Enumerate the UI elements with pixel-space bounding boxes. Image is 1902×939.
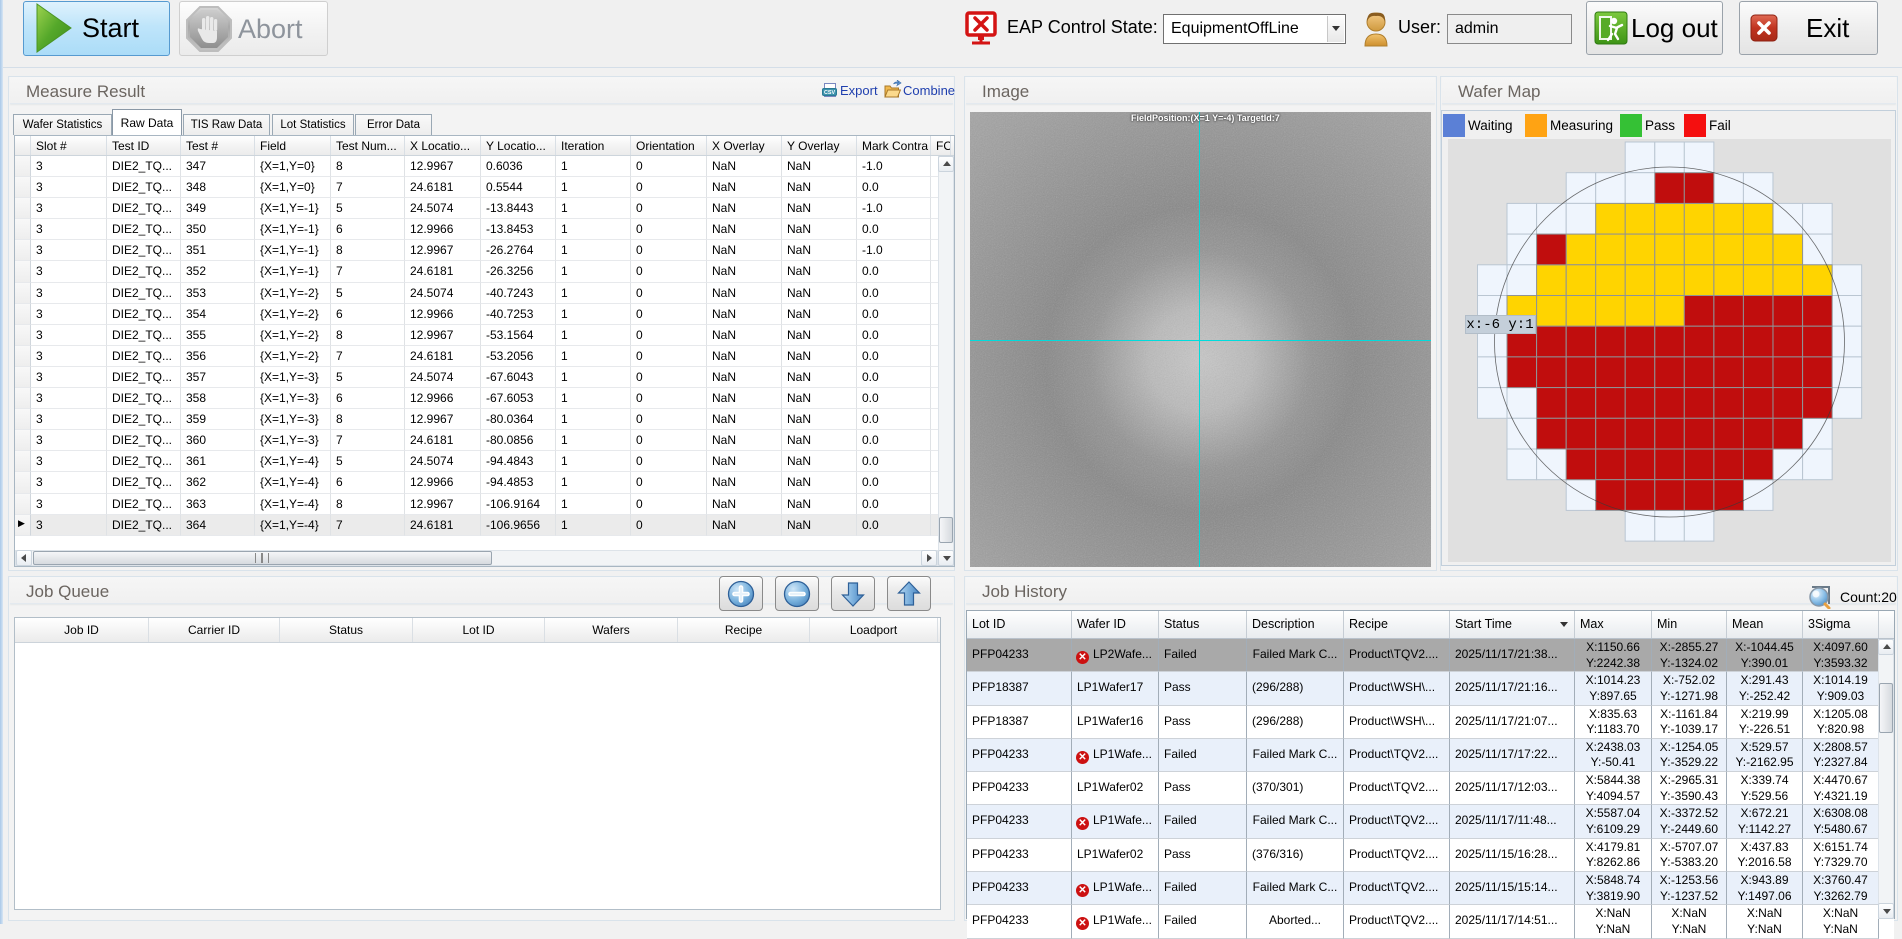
- svg-text:CSV: CSV: [824, 90, 835, 96]
